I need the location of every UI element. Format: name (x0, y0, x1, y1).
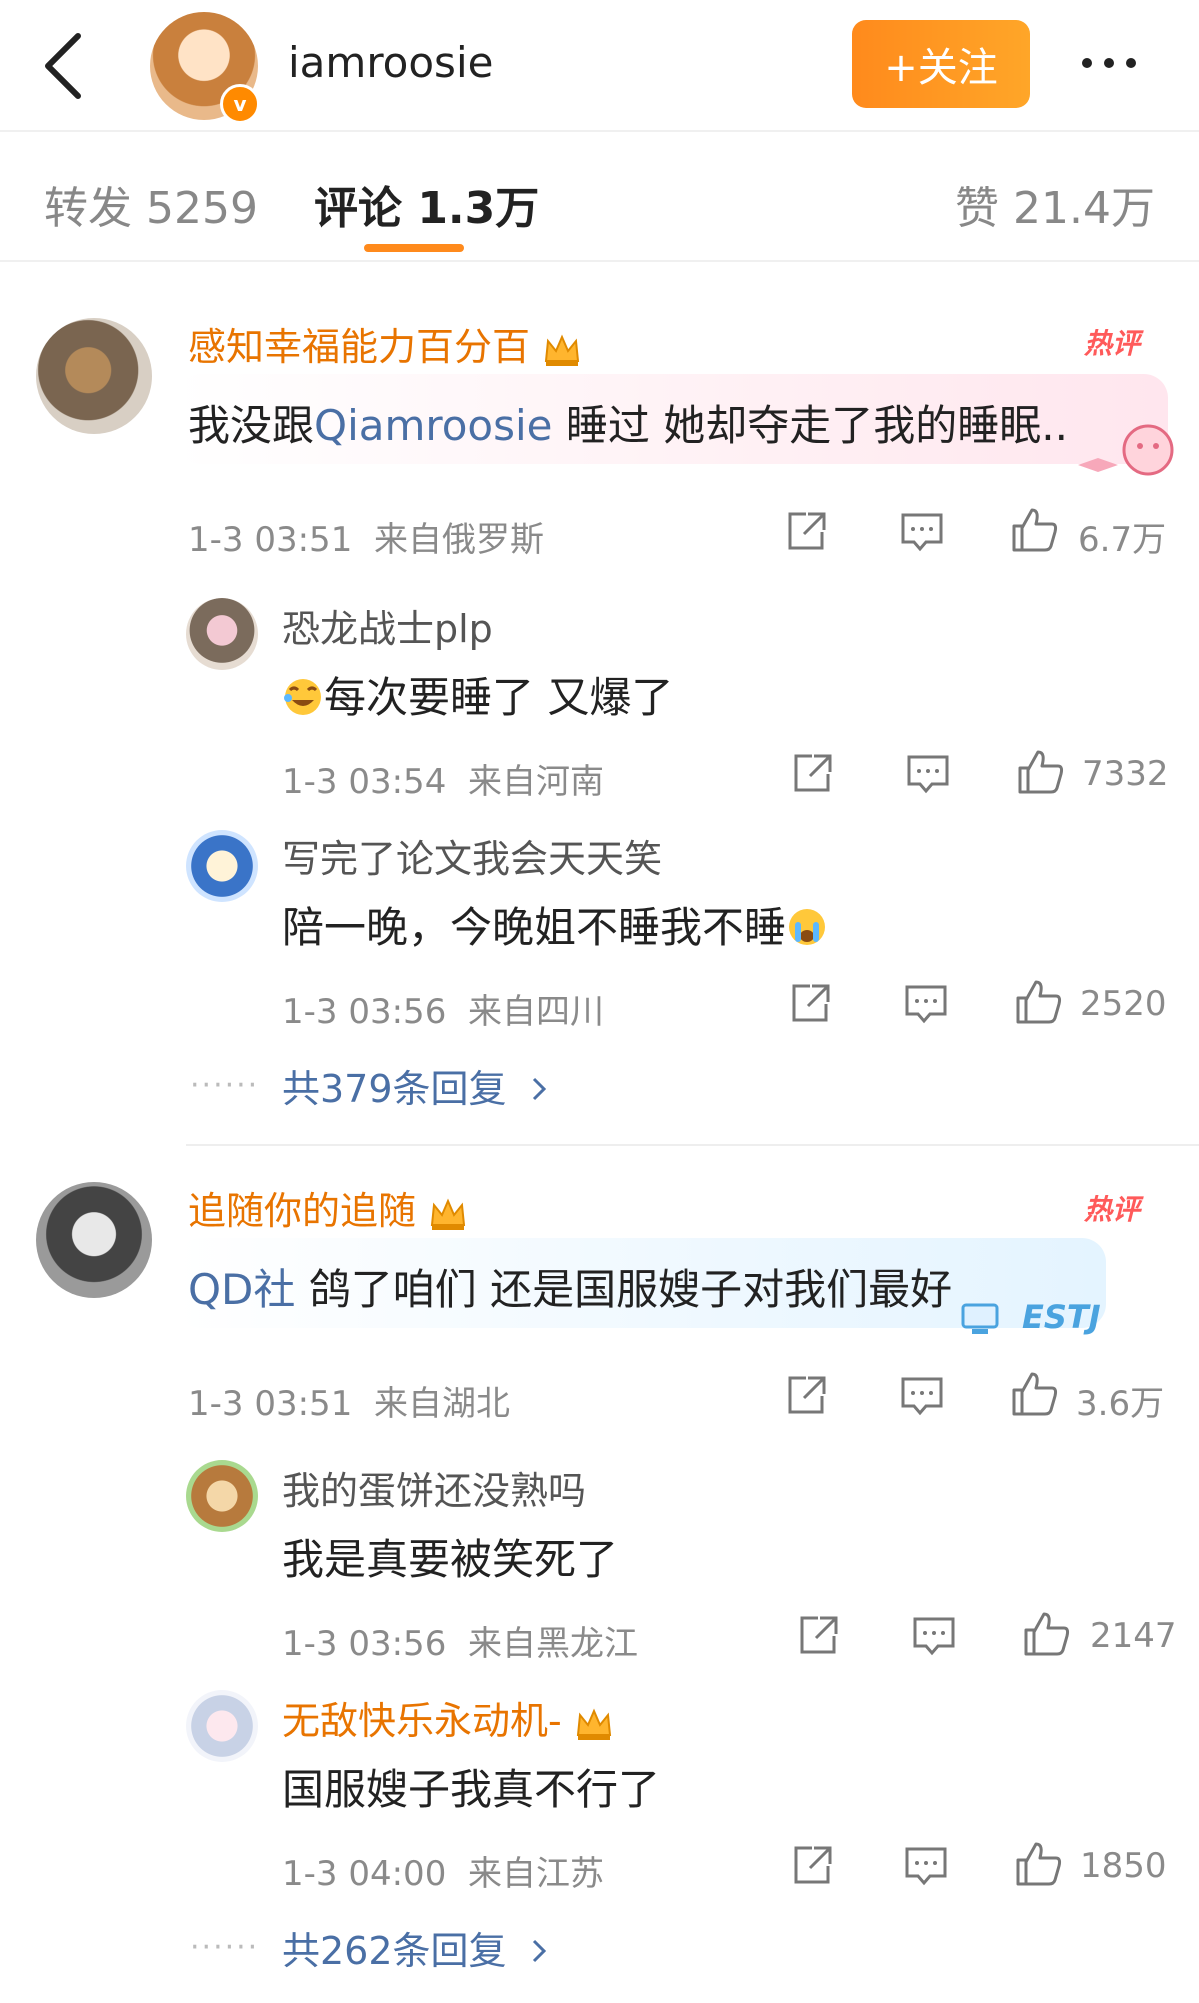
like-icon[interactable] (1010, 1370, 1058, 1418)
reply-author[interactable]: 我的蛋饼还没熟吗 (282, 1460, 586, 1515)
more-icon (1082, 58, 1092, 68)
comment-icon[interactable] (904, 1844, 948, 1888)
profile-username[interactable]: iamroosie (288, 38, 493, 87)
reply-text: 陪一晚，今晚姐不睡我不睡 (282, 894, 828, 955)
mention-link[interactable]: QD社 (188, 1265, 295, 1314)
reply-text: 我是真要被笑死了 (282, 1535, 619, 1584)
bubble-decoration: ESTJ (960, 1296, 1130, 1346)
comment-divider (186, 1144, 1199, 1146)
avatar[interactable] (36, 318, 152, 434)
more-button[interactable] (1082, 48, 1152, 78)
like-count: 7332 (1082, 754, 1169, 794)
repost-icon[interactable] (784, 510, 828, 554)
hot-comment-badge: 热评 (1084, 327, 1141, 360)
comment-meta: 1-3 03:51 来自俄罗斯 (188, 520, 544, 560)
tab-active-indicator (364, 244, 464, 252)
repost-icon[interactable] (784, 1374, 828, 1418)
reply-author[interactable]: 恐龙战士plp (282, 598, 493, 653)
crown-icon (576, 1707, 611, 1740)
reply-text: 每次要睡了 又爆了 (282, 664, 673, 725)
like-icon[interactable] (1014, 1840, 1062, 1888)
chevron-right-icon (532, 1939, 546, 1963)
comment-icon[interactable] (900, 510, 944, 554)
view-replies-link[interactable]: 共379条回复 (282, 1058, 549, 1113)
reply-author[interactable]: 写完了论文我会天天笑 (282, 828, 662, 883)
reply-meta: 1-3 03:56 来自黑龙江 (282, 1624, 638, 1664)
repost-icon[interactable] (796, 1614, 840, 1658)
repost-icon[interactable] (790, 1844, 834, 1888)
reply-author[interactable]: 无敌快乐永动机- (282, 1690, 614, 1745)
comment-author[interactable]: 感知幸福能力百分百 (188, 316, 582, 371)
like-icon[interactable] (1014, 978, 1062, 1026)
back-button[interactable] (38, 26, 98, 106)
bubble-decoration-icon (1078, 424, 1174, 476)
top-bar: v iamroosie +关注 (0, 0, 1199, 132)
comment-text: 我没跟Qiamroosie 睡过 她却夺走了我的睡眠.. (188, 401, 1068, 450)
tab-like[interactable]: 赞 21.4万 (955, 172, 1155, 236)
comment-author[interactable]: 追随你的追随 (188, 1180, 468, 1235)
chevron-right-icon (532, 1077, 546, 1101)
reply-meta: 1-3 03:56 来自四川 (282, 992, 604, 1032)
like-icon[interactable] (1022, 1610, 1070, 1658)
laugh-cry-emoji-icon (284, 679, 321, 715)
like-count: 3.6万 (1076, 1384, 1165, 1424)
avatar[interactable] (186, 598, 258, 670)
avatar[interactable] (36, 1182, 152, 1298)
follow-button[interactable]: +关注 (852, 20, 1030, 108)
like-count: 2147 (1090, 1616, 1177, 1656)
comment-meta: 1-3 03:51 来自湖北 (188, 1384, 510, 1424)
repost-icon[interactable] (788, 982, 832, 1026)
comment-icon[interactable] (904, 982, 948, 1026)
tab-comment[interactable]: 评论 1.3万 (314, 172, 539, 236)
like-icon[interactable] (1016, 748, 1064, 796)
view-replies-link[interactable]: 共262条回复 (282, 1920, 549, 1975)
verified-icon: v (220, 84, 260, 124)
comment-icon[interactable] (906, 752, 950, 796)
crying-emoji-icon (789, 909, 826, 945)
crown-icon (430, 1197, 466, 1230)
comment-icon[interactable] (900, 1374, 944, 1418)
more-icon (1104, 58, 1114, 68)
avatar[interactable] (186, 830, 258, 902)
crown-icon (544, 333, 580, 366)
avatar[interactable] (186, 1460, 258, 1532)
tab-bar: 转发 5259 评论 1.3万 赞 21.4万 (0, 132, 1199, 262)
like-icon[interactable] (1010, 506, 1058, 554)
more-icon (1126, 58, 1136, 68)
comment-icon[interactable] (912, 1614, 956, 1658)
reply-meta: 1-3 03:54 来自河南 (282, 762, 604, 802)
like-count: 6.7万 (1078, 520, 1167, 560)
reply-meta: 1-3 04:00 来自江苏 (282, 1854, 604, 1894)
replies-dots: ······ (190, 1930, 260, 1965)
back-arrow-icon (45, 33, 81, 99)
avatar[interactable] (186, 1690, 258, 1762)
comment-text: QD社 鸽了咱们 还是国服嫂子对我们最好 (188, 1265, 953, 1314)
hot-comment-badge: 热评 (1084, 1193, 1141, 1226)
mention-link[interactable]: Qiamroosie (314, 401, 553, 450)
replies-dots: ······ (190, 1068, 260, 1103)
like-count: 2520 (1080, 984, 1167, 1024)
computer-icon (961, 1303, 999, 1334)
repost-icon[interactable] (790, 752, 834, 796)
tab-repost[interactable]: 转发 5259 (44, 172, 258, 236)
reply-text: 国服嫂子我真不行了 (282, 1765, 661, 1814)
like-count: 1850 (1080, 1846, 1167, 1886)
